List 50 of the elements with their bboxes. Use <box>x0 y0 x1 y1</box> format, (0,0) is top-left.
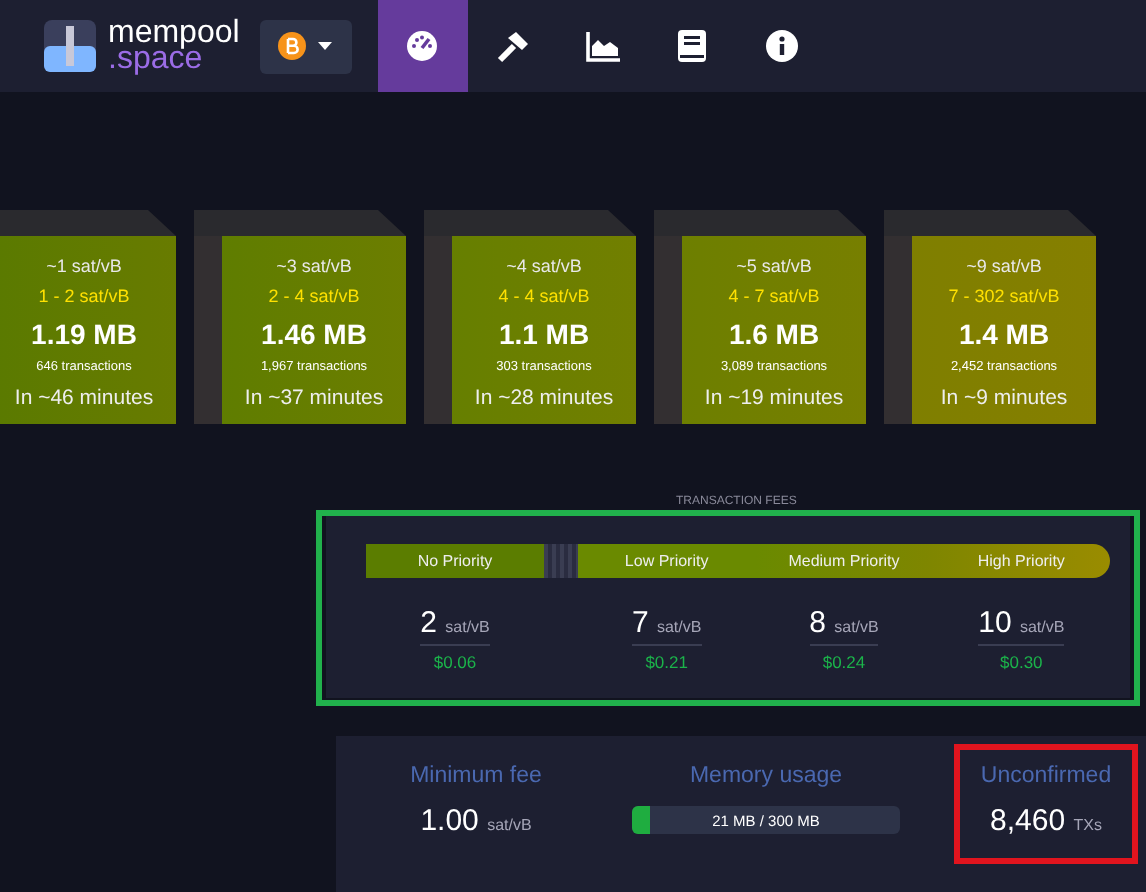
gauge-icon <box>406 30 439 62</box>
fee-range: 4 - 7 sat/vB <box>728 286 820 306</box>
stat-label: Memory usage <box>689 764 843 788</box>
median-fee: ~4 sat/vB <box>506 256 582 276</box>
block-size: 1.46 MB <box>261 318 367 350</box>
fee-usd: $0.06 <box>433 652 477 672</box>
estimated-time: In ~19 minutes <box>704 386 844 410</box>
fee-rate: 7 sat/vB <box>631 606 702 646</box>
fee-rate: 8 sat/vB <box>809 606 879 646</box>
dashboard-tab[interactable] <box>377 0 468 92</box>
block-size: 1.19 MB <box>31 318 137 350</box>
logo-subtitle: .space <box>108 46 203 72</box>
hammer-icon <box>495 29 530 63</box>
median-fee: ~5 sat/vB <box>736 256 812 276</box>
estimated-time: In ~46 minutes <box>14 386 154 410</box>
network-dropdown[interactable] <box>259 19 352 73</box>
priority-label: Medium Priority <box>755 544 933 578</box>
block-size: 1.4 MB <box>958 318 1050 350</box>
stat-label: Unconfirmed <box>980 764 1112 788</box>
priority-label: Low Priority <box>578 544 756 578</box>
logo-icon <box>44 20 96 72</box>
fee-usd: $0.21 <box>645 652 688 672</box>
fee-range: 2 - 4 sat/vB <box>268 286 360 306</box>
fee-rate: 2 sat/vB <box>420 606 490 646</box>
stat-value: 1.00 sat/vB <box>420 804 532 838</box>
info-icon <box>766 30 799 62</box>
fee-range: 7 - 302 sat/vB <box>948 286 1060 306</box>
stat-value: 8,460 TXs <box>990 804 1102 838</box>
median-fee: ~3 sat/vB <box>276 256 352 276</box>
fee-rate: 10 sat/vB <box>978 606 1065 646</box>
priority-label: No Priority <box>366 544 544 578</box>
priority-label: High Priority <box>932 544 1110 578</box>
fee-usd: $0.24 <box>822 652 866 672</box>
book-icon <box>678 30 707 62</box>
estimated-time: In ~9 minutes <box>940 386 1068 410</box>
median-fee: ~9 sat/vB <box>966 256 1042 276</box>
fee-range: 1 - 2 sat/vB <box>38 286 130 306</box>
logo-title: mempool <box>108 20 240 46</box>
estimated-time: In ~37 minutes <box>244 386 384 410</box>
fee-usd: $0.30 <box>1000 652 1043 672</box>
caret-icon <box>318 42 333 50</box>
block-size: 1.1 MB <box>498 318 590 350</box>
stat-label: Minimum fee <box>410 764 542 788</box>
median-fee: ~1 sat/vB <box>46 256 122 276</box>
estimated-time: In ~28 minutes <box>474 386 614 410</box>
fee-range: 4 - 4 sat/vB <box>498 286 590 306</box>
bar-spacer <box>544 544 578 578</box>
bitcoin-icon <box>278 32 307 60</box>
block-size: 1.6 MB <box>728 318 820 350</box>
area-chart-icon <box>585 31 620 61</box>
